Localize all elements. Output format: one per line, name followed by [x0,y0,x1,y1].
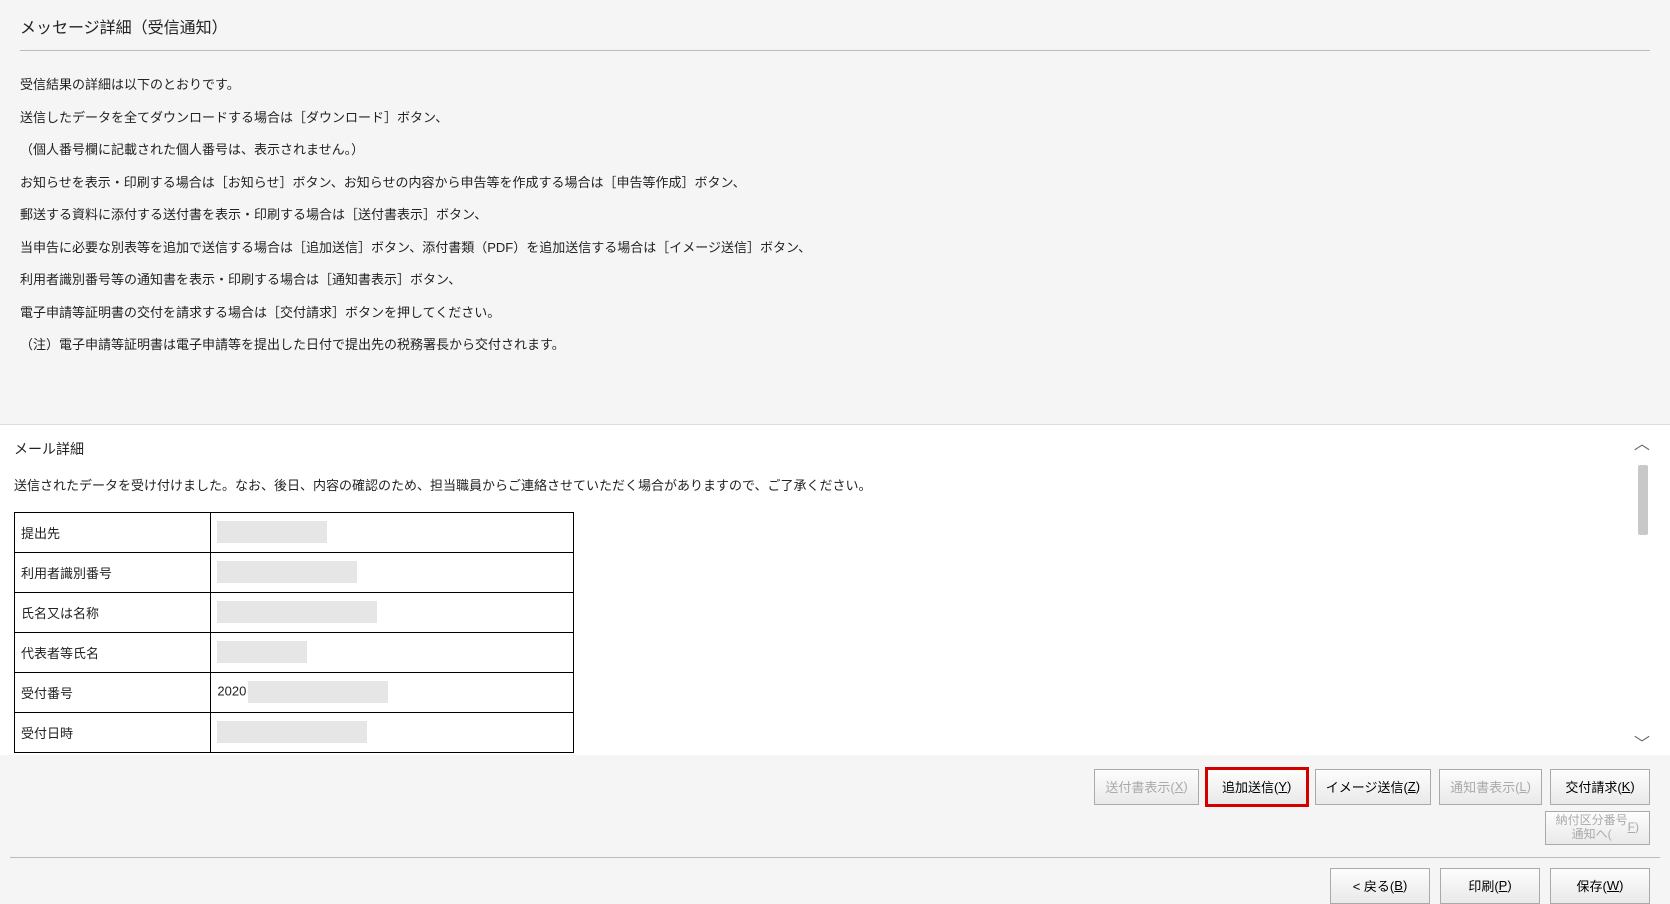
mail-intro-text: 送信されたデータを受け付けました。なお、後日、内容の確認のため、担当職員からご連… [14,475,1656,494]
instruction-line: 電子申請等証明書の交付を請求する場合は［交付請求］ボタンを押してください。 [20,305,500,320]
row-label: 受付番号 [15,672,211,712]
additional-send-button[interactable]: 追加送信(Y) [1207,769,1307,805]
value-prefix: 2020 [217,683,246,698]
transmittal-display-button[interactable]: 送付書表示(X) [1094,769,1198,805]
redacted-block [217,561,357,583]
notice-display-button[interactable]: 通知書表示(L) [1439,769,1542,805]
table-row: 利用者識別番号 [15,552,574,592]
table-row: 氏名又は名称 [15,592,574,632]
row-label: 氏名又は名称 [15,592,211,632]
row-label: 提出先 [15,512,211,552]
row-label: 受付日時 [15,712,211,752]
instruction-line: （個人番号欄に記載された個人番号は、表示されません。） [20,142,364,157]
back-button[interactable]: < 戻る(B) [1330,868,1430,904]
save-button[interactable]: 保存(W) [1550,868,1650,904]
row-label: 利用者識別番号 [15,552,211,592]
instructions-text: 受信結果の詳細は以下のとおりです。 送信したデータを全てダウンロードする場合は［… [20,61,1650,354]
row-value [211,632,574,672]
redacted-block [217,601,377,623]
image-send-button[interactable]: イメージ送信(Z) [1315,769,1431,805]
row-value: 2020 [211,672,574,712]
mail-detail-panel: メール詳細 送信されたデータを受け付けました。なお、後日、内容の確認のため、担当… [0,424,1670,755]
redacted-block [217,641,307,663]
mail-section-title: メール詳細 [14,439,1656,459]
table-row: 提出先 [15,512,574,552]
action-button-row-1: 送付書表示(X) 追加送信(Y) イメージ送信(Z) 通知書表示(L) 交付請求… [0,755,1670,811]
print-button[interactable]: 印刷(P) [1440,868,1540,904]
divider-top [20,50,1650,51]
instruction-line: 受信結果の詳細は以下のとおりです。 [20,77,240,92]
scroll-up-icon[interactable]: ︿ [1634,437,1650,453]
table-row: 受付日時 [15,712,574,752]
row-label: 代表者等氏名 [15,632,211,672]
page-title: メッセージ詳細（受信通知） [20,10,1650,50]
instruction-line: （注）電子申請等証明書は電子申請等を提出した日付で提出先の税務署長から交付されま… [20,337,565,352]
row-value [211,712,574,752]
action-button-row-2: 納付区分番号通知へ(F) [0,811,1670,853]
instruction-line: 当申告に必要な別表等を追加で送信する場合は［追加送信］ボタン、添付書類（PDF）… [20,240,811,255]
issue-request-button[interactable]: 交付請求(K) [1550,769,1650,805]
instruction-line: お知らせを表示・印刷する場合は［お知らせ］ボタン、お知らせの内容から申告等を作成… [20,175,746,190]
instruction-line: 送信したデータを全てダウンロードする場合は［ダウンロード］ボタン、 [20,110,448,125]
row-value [211,512,574,552]
scroll-down-icon[interactable]: ﹀ [1634,737,1650,753]
redacted-block [217,721,367,743]
row-value [211,592,574,632]
redacted-block [217,521,327,543]
instruction-line: 郵送する資料に添付する送付書を表示・印刷する場合は［送付書表示］ボタン、 [20,207,487,222]
instruction-line: 利用者識別番号等の通知書を表示・印刷する場合は［通知書表示］ボタン、 [20,272,461,287]
table-row: 受付番号 2020 [15,672,574,712]
details-table: 提出先 利用者識別番号 氏名又は名称 [14,512,574,753]
row-value [211,552,574,592]
payment-notice-button[interactable]: 納付区分番号通知へ(F) [1545,811,1650,845]
footer-button-row: < 戻る(B) 印刷(P) 保存(W) [0,858,1670,904]
redacted-block [248,681,388,703]
scrollbar-thumb[interactable] [1638,465,1648,535]
table-row: 代表者等氏名 [15,632,574,672]
